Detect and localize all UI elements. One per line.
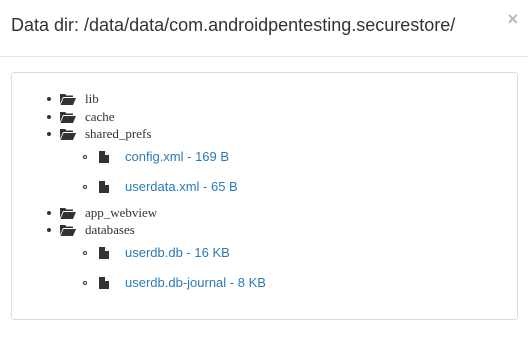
tree-file-userdata-xml: userdata.xml - 65 B <box>83 179 238 194</box>
tree-file-userdb-db-journal: userdb.db-journal - 8 KB <box>83 275 266 290</box>
tree-item-lib[interactable]: lib <box>47 91 99 107</box>
tree-item-databases[interactable]: databases <box>47 222 135 238</box>
file-tree: lib cache shared_prefs config.xml - 169 … <box>12 73 517 319</box>
dir-name: cache <box>85 109 115 124</box>
file-link[interactable]: config.xml - 169 B <box>125 149 229 164</box>
file-link[interactable]: userdb.db-journal - 8 KB <box>125 275 266 290</box>
dir-name: lib <box>85 91 99 106</box>
file-link[interactable]: userdata.xml - 65 B <box>125 179 238 194</box>
file-icon <box>99 180 109 193</box>
bullet <box>47 115 51 119</box>
bullet <box>47 97 51 101</box>
tree-item-app-webview[interactable]: app_webview <box>47 205 157 221</box>
close-button[interactable]: × <box>507 10 518 28</box>
bullet <box>47 211 51 215</box>
tree-item-cache[interactable]: cache <box>47 109 115 125</box>
dir-name: shared_prefs <box>85 126 152 141</box>
bullet <box>83 154 87 159</box>
folder-open-icon <box>60 225 76 236</box>
file-icon <box>99 246 109 259</box>
folder-open-icon <box>60 112 76 123</box>
folder-open-icon <box>60 94 76 105</box>
folder-open-icon <box>60 208 76 219</box>
file-icon <box>99 150 109 163</box>
bullet <box>83 250 87 255</box>
file-link[interactable]: userdb.db - 16 KB <box>125 245 230 260</box>
modal-title: Data dir: /data/data/com.androidpentesti… <box>11 15 456 35</box>
tree-item-shared-prefs[interactable]: shared_prefs <box>47 126 151 142</box>
bullet <box>83 184 87 189</box>
file-icon <box>99 276 109 289</box>
bullet <box>83 280 87 285</box>
folder-open-icon <box>60 129 76 140</box>
modal-header: Data dir: /data/data/com.androidpentesti… <box>0 0 528 57</box>
tree-file-userdb-db: userdb.db - 16 KB <box>83 245 230 260</box>
dir-name: app_webview <box>85 205 158 220</box>
dir-name: databases <box>85 222 135 237</box>
tree-file-config-xml: config.xml - 169 B <box>83 149 229 164</box>
bullet <box>47 132 51 136</box>
file-tree-panel: lib cache shared_prefs config.xml - 169 … <box>11 72 518 320</box>
bullet <box>47 228 51 232</box>
